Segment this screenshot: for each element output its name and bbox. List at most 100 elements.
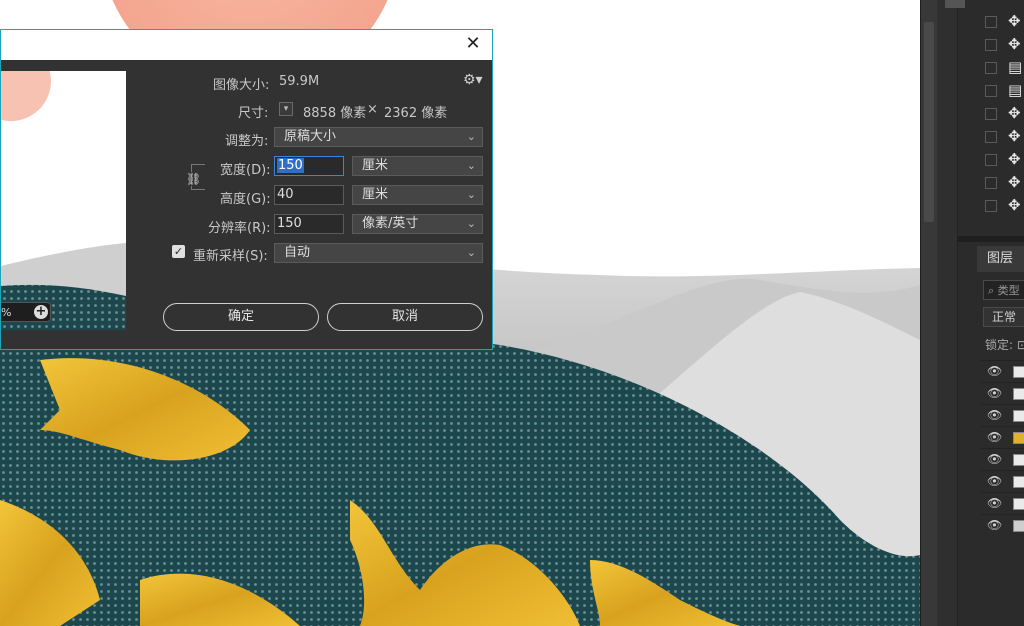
- layer-folder-thumbnail: [1013, 520, 1024, 532]
- preview-zoom-control[interactable]: % +: [1, 302, 51, 322]
- dimensions-label: 尺寸:: [238, 106, 269, 121]
- layer-thumbnail: [1013, 388, 1024, 400]
- gear-icon[interactable]: ⚙▾: [463, 72, 483, 88]
- tool-row[interactable]: ✥: [921, 10, 1024, 33]
- eye-icon[interactable]: 👁: [987, 518, 1002, 532]
- zoom-in-icon[interactable]: +: [34, 305, 48, 319]
- row-checkbox[interactable]: [985, 108, 997, 120]
- tool-row[interactable]: ✥: [921, 148, 1024, 171]
- dimensions-separator: ×: [367, 102, 378, 117]
- height-unit: 厘米: [362, 187, 389, 202]
- move-icon: ✥: [1008, 35, 1021, 53]
- fit-to-select[interactable]: 原稿大小 ⌄: [274, 127, 483, 147]
- layer-thumbnail: [1013, 454, 1024, 466]
- panel-divider: [957, 236, 1024, 242]
- chevron-down-icon: ⌄: [466, 159, 476, 172]
- right-panel: ✥ ✥ ▤ ▤ ✥ ✥ ✥ ✥ ✥ 图层 ⌕ 类型 正常 锁定: ⊡ 👁 👁 👁…: [920, 0, 1024, 626]
- resample-select[interactable]: 自动 ⌄: [274, 243, 483, 263]
- row-checkbox[interactable]: [985, 200, 997, 212]
- eye-icon[interactable]: 👁: [987, 408, 1002, 422]
- tool-row[interactable]: ✥: [921, 102, 1024, 125]
- layer-thumbnail: [1013, 366, 1024, 378]
- layer-thumbnail: [1013, 476, 1024, 488]
- preview-thumbnail: [1, 71, 126, 330]
- row-checkbox[interactable]: [985, 131, 997, 143]
- layer-thumbnail: [1013, 498, 1024, 510]
- layer-row[interactable]: 👁: [981, 404, 1024, 427]
- image-size-label: 图像大小:: [213, 78, 270, 93]
- ok-button[interactable]: 确定: [163, 303, 319, 331]
- chevron-down-icon: ⌄: [466, 130, 476, 143]
- height-value: 40: [277, 187, 294, 202]
- height-unit-select[interactable]: 厘米 ⌄: [352, 185, 483, 205]
- fit-to-value: 原稿大小: [284, 129, 337, 144]
- width-unit-select[interactable]: 厘米 ⌄: [352, 156, 483, 176]
- eye-icon[interactable]: 👁: [987, 430, 1002, 444]
- eye-icon[interactable]: 👁: [987, 386, 1002, 400]
- layer-row[interactable]: 👁: [981, 448, 1024, 471]
- resolution-unit: 像素/英寸: [362, 216, 419, 231]
- resolution-value: 150: [277, 216, 302, 231]
- cancel-button[interactable]: 取消: [327, 303, 483, 331]
- zoom-percent: %: [1, 306, 12, 319]
- close-icon[interactable]: ✕: [462, 33, 484, 55]
- resample-checkbox[interactable]: ✓: [172, 245, 185, 258]
- panel-collapse-tab[interactable]: [945, 0, 965, 8]
- layer-row[interactable]: 👁: [981, 470, 1024, 493]
- move-icon: ✥: [1008, 173, 1021, 191]
- eye-icon[interactable]: 👁: [987, 496, 1002, 510]
- tool-row[interactable]: ✥: [921, 33, 1024, 56]
- move-icon: ✥: [1008, 196, 1021, 214]
- layer-row[interactable]: 👁: [981, 360, 1024, 383]
- tool-row[interactable]: ✥: [921, 194, 1024, 217]
- move-icon: ✥: [1008, 104, 1021, 122]
- width-label: 宽度(D):: [220, 163, 271, 178]
- layer-row[interactable]: 👁: [981, 426, 1024, 449]
- resample-label: 重新采样(S):: [193, 249, 268, 264]
- resolution-input[interactable]: 150: [274, 214, 344, 234]
- chevron-down-icon[interactable]: ▾: [279, 102, 293, 116]
- resolution-label: 分辨率(R):: [208, 221, 271, 236]
- row-checkbox[interactable]: [985, 39, 997, 51]
- row-checkbox[interactable]: [985, 62, 997, 74]
- document-icon: ▤: [1008, 58, 1023, 76]
- tool-row[interactable]: ✥: [921, 171, 1024, 194]
- eye-icon[interactable]: 👁: [987, 474, 1002, 488]
- layer-thumbnail: [1013, 410, 1024, 422]
- resample-value: 自动: [284, 245, 311, 260]
- row-checkbox[interactable]: [985, 177, 997, 189]
- row-checkbox[interactable]: [985, 85, 997, 97]
- layer-thumbnail: [1013, 432, 1024, 444]
- chevron-down-icon: ⌄: [466, 217, 476, 230]
- move-icon: ✥: [1008, 150, 1021, 168]
- image-size-value: 59.9M: [279, 74, 320, 89]
- move-icon: ✥: [1008, 127, 1021, 145]
- image-preview[interactable]: [1, 71, 126, 330]
- layer-row[interactable]: 👁: [981, 492, 1024, 515]
- blend-mode-select[interactable]: 正常: [983, 307, 1024, 327]
- layer-row[interactable]: 👁: [981, 514, 1024, 537]
- width-input[interactable]: 150: [274, 156, 344, 176]
- height-label: 高度(G):: [220, 192, 271, 207]
- tool-row[interactable]: ▤: [921, 56, 1024, 79]
- eye-icon[interactable]: 👁: [987, 364, 1002, 378]
- image-size-dialog: ✕ % + 图像大小: 59.9M ⚙▾ 尺寸: ▾ 8858 像素 × 236…: [0, 29, 493, 350]
- height-input[interactable]: 40: [274, 185, 344, 205]
- resolution-unit-select[interactable]: 像素/英寸 ⌄: [352, 214, 483, 234]
- width-value: 150: [277, 158, 304, 173]
- layer-row[interactable]: 👁: [981, 382, 1024, 405]
- tab-layers[interactable]: 图层: [977, 246, 1024, 272]
- eye-icon[interactable]: 👁: [987, 452, 1002, 466]
- row-checkbox[interactable]: [985, 16, 997, 28]
- layer-filter-input[interactable]: ⌕ 类型: [983, 280, 1024, 300]
- dimensions-height: 2362 像素: [384, 106, 448, 121]
- width-unit: 厘米: [362, 158, 389, 173]
- tool-row[interactable]: ▤: [921, 79, 1024, 102]
- dimensions-width: 8858 像素: [303, 106, 367, 121]
- move-icon: ✥: [1008, 12, 1021, 30]
- tool-row[interactable]: ✥: [921, 125, 1024, 148]
- chevron-down-icon: ⌄: [466, 188, 476, 201]
- row-checkbox[interactable]: [985, 154, 997, 166]
- dialog-titlebar[interactable]: ✕: [1, 30, 492, 60]
- link-icon[interactable]: ⛓: [186, 172, 201, 186]
